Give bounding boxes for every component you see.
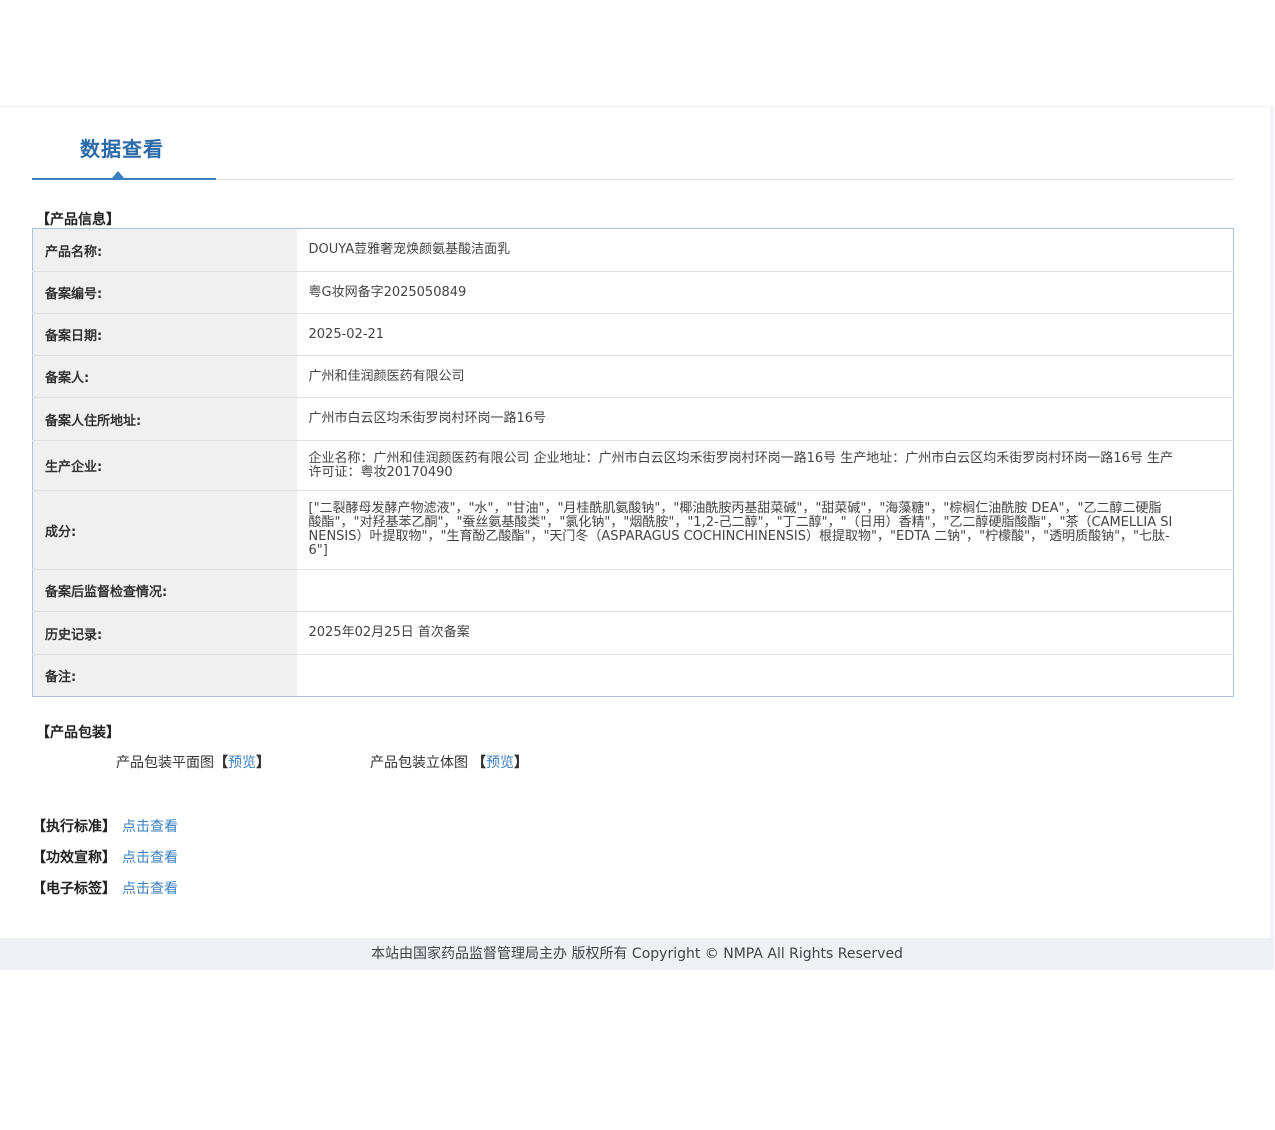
footer-copyright: 本站由国家药品监督管理局主办 版权所有 Copyright © NMPA All… (371, 946, 903, 962)
execution-standard-link[interactable]: 点击查看 (122, 819, 178, 835)
electronic-label-link[interactable]: 点击查看 (122, 881, 178, 897)
top-blank-area (0, 0, 1275, 106)
bracket-close: 】 (256, 755, 270, 771)
efficacy-claim-link[interactable]: 点击查看 (122, 850, 178, 866)
execution-standard-label: 【执行标准】 (32, 819, 116, 835)
row-label: 历史记录: (32, 611, 297, 655)
table-row-filing-date: 备案日期: 2025-02-21 (32, 313, 1234, 356)
row-label: 备案日期: (32, 313, 297, 356)
row-value: 2025年02月25日 首次备案 (296, 611, 1234, 655)
row-label: 备案人住所地址: (32, 397, 297, 441)
row-value: 2025-02-21 (296, 313, 1234, 356)
row-value: 广州和佳润颜医药有限公司 (296, 355, 1234, 398)
row-label: 成分: (32, 490, 297, 570)
row-value: DOUYA荳雅奢宠焕颜氨基酸洁面乳 (296, 228, 1234, 272)
electronic-label-row: 【电子标签】 点击查看 (32, 878, 178, 898)
row-value (296, 569, 1234, 612)
row-label: 生产企业: (32, 440, 297, 491)
tab-bar: 数据查看 (32, 128, 1234, 182)
table-row-product-name: 产品名称: DOUYA荳雅奢宠焕颜氨基酸洁面乳 (32, 228, 1234, 272)
table-row-history: 历史记录: 2025年02月25日 首次备案 (32, 611, 1234, 655)
preview-flat-link[interactable]: 预览 (228, 755, 256, 771)
table-row-remarks: 备注: (32, 654, 1234, 697)
table-row-filing-number: 备案编号: 粤G妆网备字2025050849 (32, 271, 1234, 314)
row-value: ["二裂酵母发酵产物滤液"，"水"，"甘油"，"月桂酰肌氨酸钠"，"椰油酰胺丙基… (296, 490, 1234, 570)
table-row-manufacturer: 生产企业: 企业名称：广州和佳润颜医药有限公司 企业地址：广州市白云区均禾街罗岗… (32, 440, 1234, 491)
header-divider (0, 106, 1270, 107)
row-label: 备案人: (32, 355, 297, 398)
section-title-packaging: 【产品包装】 (36, 725, 120, 741)
row-value: 粤G妆网备字2025050849 (296, 271, 1234, 314)
packaging-stereo-item: 产品包装立体图 【预览】 (370, 752, 528, 772)
product-info-table: 产品名称: DOUYA荳雅奢宠焕颜氨基酸洁面乳 备案编号: 粤G妆网备字2025… (32, 228, 1234, 697)
electronic-label-label: 【电子标签】 (32, 881, 116, 897)
page-footer: 本站由国家药品监督管理局主办 版权所有 Copyright © NMPA All… (0, 938, 1274, 970)
preview-stereo-link[interactable]: 预览 (486, 755, 514, 771)
packaging-flat-label: 产品包装平面图 (116, 755, 214, 771)
table-row-filer: 备案人: 广州和佳润颜医药有限公司 (32, 355, 1234, 398)
tab-active-underline (32, 178, 216, 180)
packaging-stereo-label: 产品包装立体图 (370, 755, 468, 771)
bracket-close: 】 (514, 755, 528, 771)
efficacy-claim-label: 【功效宣称】 (32, 850, 116, 866)
row-label: 备注: (32, 654, 297, 697)
packaging-flat-item: 产品包装平面图【预览】 (116, 752, 270, 772)
table-row-post-filing-inspection: 备案后监督检查情况: (32, 569, 1234, 612)
table-row-ingredients: 成分: ["二裂酵母发酵产物滤液"，"水"，"甘油"，"月桂酰肌氨酸钠"，"椰油… (32, 490, 1234, 570)
efficacy-claim-row: 【功效宣称】 点击查看 (32, 847, 178, 867)
row-value: 广州市白云区均禾街罗岗村环岗一路16号 (296, 397, 1234, 441)
scroll-gutter (1270, 106, 1274, 970)
section-title-product-info: 【产品信息】 (36, 212, 120, 228)
caret-up-icon (112, 171, 124, 178)
bracket-open: 【 (214, 755, 228, 771)
row-label: 备案后监督检查情况: (32, 569, 297, 612)
bracket-open: 【 (472, 755, 486, 771)
row-label: 备案编号: (32, 271, 297, 314)
row-label: 产品名称: (32, 228, 297, 272)
row-value: 企业名称：广州和佳润颜医药有限公司 企业地址：广州市白云区均禾街罗岗村环岗一路1… (296, 440, 1234, 491)
tab-data-view[interactable]: 数据查看 (80, 133, 164, 162)
execution-standard-row: 【执行标准】 点击查看 (32, 816, 178, 836)
table-row-filer-address: 备案人住所地址: 广州市白云区均禾街罗岗村环岗一路16号 (32, 397, 1234, 441)
row-value (296, 654, 1234, 697)
